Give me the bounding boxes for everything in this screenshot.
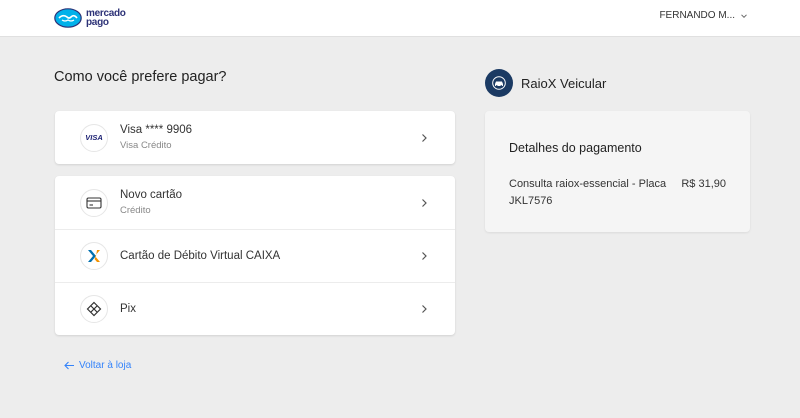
chevron-right-icon	[422, 198, 427, 207]
saved-card-text: Visa **** 9906 Visa Crédito	[120, 124, 192, 151]
payment-summary-card: Detalhes do pagamento Consulta raiox-ess…	[485, 111, 750, 232]
page-title: Como você prefere pagar?	[54, 69, 227, 85]
credit-card-icon	[80, 188, 108, 217]
visa-icon: VISA	[80, 123, 108, 152]
arrow-left-icon	[64, 361, 74, 370]
new-card-text: Novo cartão Crédito	[120, 189, 182, 216]
new-card-subtitle: Crédito	[120, 205, 151, 216]
handshake-logo-icon	[54, 8, 82, 28]
user-name: FERNANDO M...	[659, 10, 735, 21]
merchant-header: RaioX Veicular	[485, 69, 606, 97]
summary-title: Detalhes do pagamento	[509, 141, 642, 155]
merchant-name: RaioX Veicular	[521, 75, 607, 91]
merchant-car-icon	[485, 69, 513, 97]
payment-option-pix[interactable]: Pix	[55, 282, 455, 335]
new-card-title: Novo cartão	[120, 189, 183, 201]
payment-option-new-card[interactable]: Novo cartão Crédito	[55, 176, 455, 229]
top-header: mercado pago FERNANDO M...	[0, 0, 800, 37]
chevron-right-icon	[422, 252, 427, 260]
chevron-down-icon	[741, 13, 747, 18]
brand-wordmark: mercado pago	[86, 9, 126, 28]
back-link-label: Voltar à loja	[79, 360, 132, 371]
saved-card-subtitle: Visa Crédito	[120, 140, 172, 151]
mercado-pago-logo[interactable]: mercado pago	[54, 5, 126, 31]
caixa-logo-icon	[80, 242, 108, 270]
brand-line-2: pago	[86, 17, 109, 28]
summary-item-price: R$ 31,90	[681, 178, 726, 190]
pix-title: Pix	[120, 303, 136, 315]
saved-card-title: Visa **** 9906	[120, 124, 193, 136]
payment-option-saved-visa[interactable]: VISA Visa **** 9906 Visa Crédito	[55, 111, 455, 164]
payment-option-caixa-debit[interactable]: Cartão de Débito Virtual CAIXA	[55, 229, 455, 282]
user-menu[interactable]: FERNANDO M...	[659, 10, 748, 21]
chevron-right-icon	[422, 305, 427, 313]
pix-text: Pix	[120, 303, 136, 315]
caixa-text: Cartão de Débito Virtual CAIXA	[120, 250, 280, 262]
visa-badge-text: VISA	[85, 133, 103, 142]
caixa-title: Cartão de Débito Virtual CAIXA	[120, 250, 281, 262]
summary-item-description: Consulta raiox-essencial - Placa JKL7576	[509, 178, 667, 207]
chevron-right-icon	[422, 133, 427, 142]
other-payment-methods-section: Novo cartão Crédito Cartão de Débito Vir…	[55, 176, 455, 335]
pix-icon	[80, 295, 108, 323]
saved-card-section: VISA Visa **** 9906 Visa Crédito	[55, 111, 455, 164]
back-to-store-link[interactable]: Voltar à loja	[64, 360, 131, 371]
